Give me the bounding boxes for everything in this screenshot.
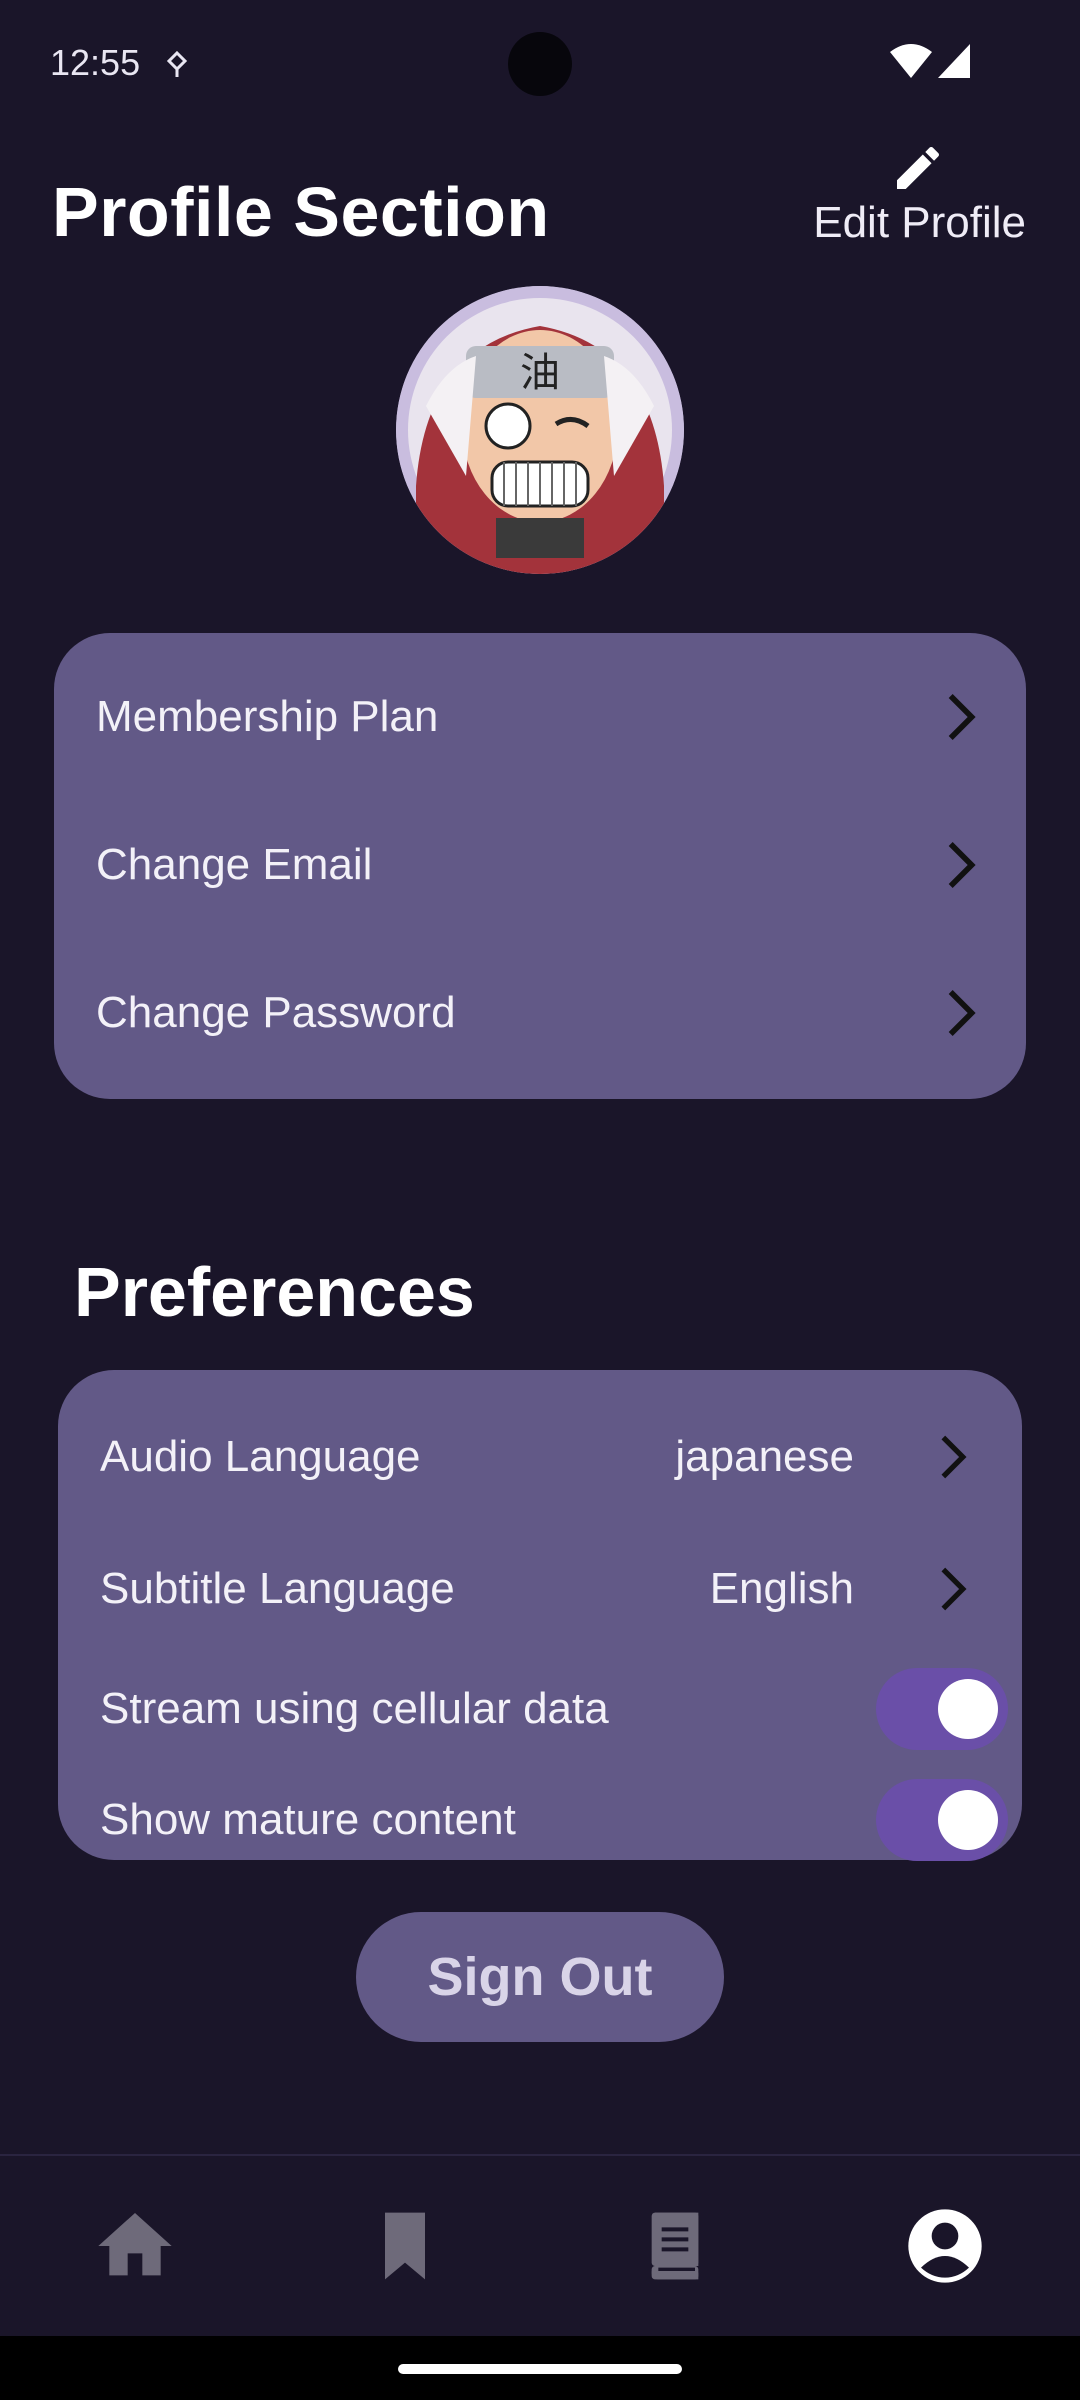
cellular-data-toggle[interactable] — [876, 1668, 1008, 1750]
change-email-label: Change Email — [96, 840, 373, 889]
change-email-row[interactable]: Change Email — [54, 791, 1026, 939]
chevron-right-icon — [941, 1567, 967, 1611]
chevron-right-icon — [948, 694, 976, 740]
svg-text:油: 油 — [520, 350, 560, 396]
chevron-right-icon — [941, 1435, 967, 1479]
membership-plan-row[interactable]: Membership Plan — [54, 643, 1026, 791]
book-icon — [651, 2212, 699, 2280]
subtitle-language-value: English — [709, 1564, 854, 1613]
membership-plan-label: Membership Plan — [96, 692, 439, 741]
mature-content-label: Show mature content — [100, 1795, 516, 1844]
audio-language-row[interactable]: Audio Language japanese — [58, 1402, 1022, 1512]
cellular-data-row: Stream using cellular data — [58, 1654, 1022, 1764]
cellular-data-label: Stream using cellular data — [100, 1684, 609, 1733]
mature-content-row: Show mature content — [58, 1765, 1022, 1875]
nav-profile[interactable] — [885, 2186, 1005, 2306]
front-camera — [508, 32, 572, 96]
nav-bookmarks[interactable] — [345, 2186, 465, 2306]
status-time: 12:55 — [50, 42, 141, 83]
preferences-heading: Preferences — [74, 1253, 475, 1331]
audio-language-label: Audio Language — [100, 1432, 421, 1481]
nav-library[interactable] — [615, 2186, 735, 2306]
pencil-icon — [897, 146, 940, 189]
avatar-image: 油 — [396, 286, 684, 574]
home-gesture-bar[interactable] — [398, 2364, 682, 2374]
chevron-right-icon — [948, 842, 976, 888]
avatar: 油 — [396, 286, 684, 574]
nav-home[interactable] — [75, 2186, 195, 2306]
subtitle-language-row[interactable]: Subtitle Language English — [58, 1534, 1022, 1644]
edit-profile-label: Edit Profile — [813, 198, 1026, 247]
change-password-label: Change Password — [96, 988, 456, 1037]
preferences-card: Audio Language japanese Subtitle Languag… — [58, 1370, 1022, 1861]
account-card: Membership Plan Change Email Change Pass… — [54, 633, 1026, 1099]
mature-content-toggle[interactable] — [876, 1779, 1008, 1861]
bottom-navigation — [0, 2156, 1080, 2336]
notification-icon — [166, 50, 188, 77]
change-password-row[interactable]: Change Password — [54, 939, 1026, 1087]
signal-icon — [938, 44, 970, 78]
wifi-icon — [890, 44, 932, 78]
sign-out-button[interactable]: Sign Out — [356, 1912, 724, 2042]
page-title: Profile Section — [52, 173, 550, 251]
toggle-knob — [938, 1790, 998, 1850]
subtitle-language-label: Subtitle Language — [100, 1564, 455, 1613]
edit-profile-button[interactable]: Edit Profile — [800, 140, 1030, 250]
chevron-right-icon — [948, 990, 976, 1036]
home-icon — [98, 2213, 172, 2276]
toggle-knob — [938, 1679, 998, 1739]
account-circle-icon — [908, 2209, 982, 2283]
audio-language-value: japanese — [675, 1432, 854, 1481]
bookmark-icon — [385, 2212, 425, 2280]
